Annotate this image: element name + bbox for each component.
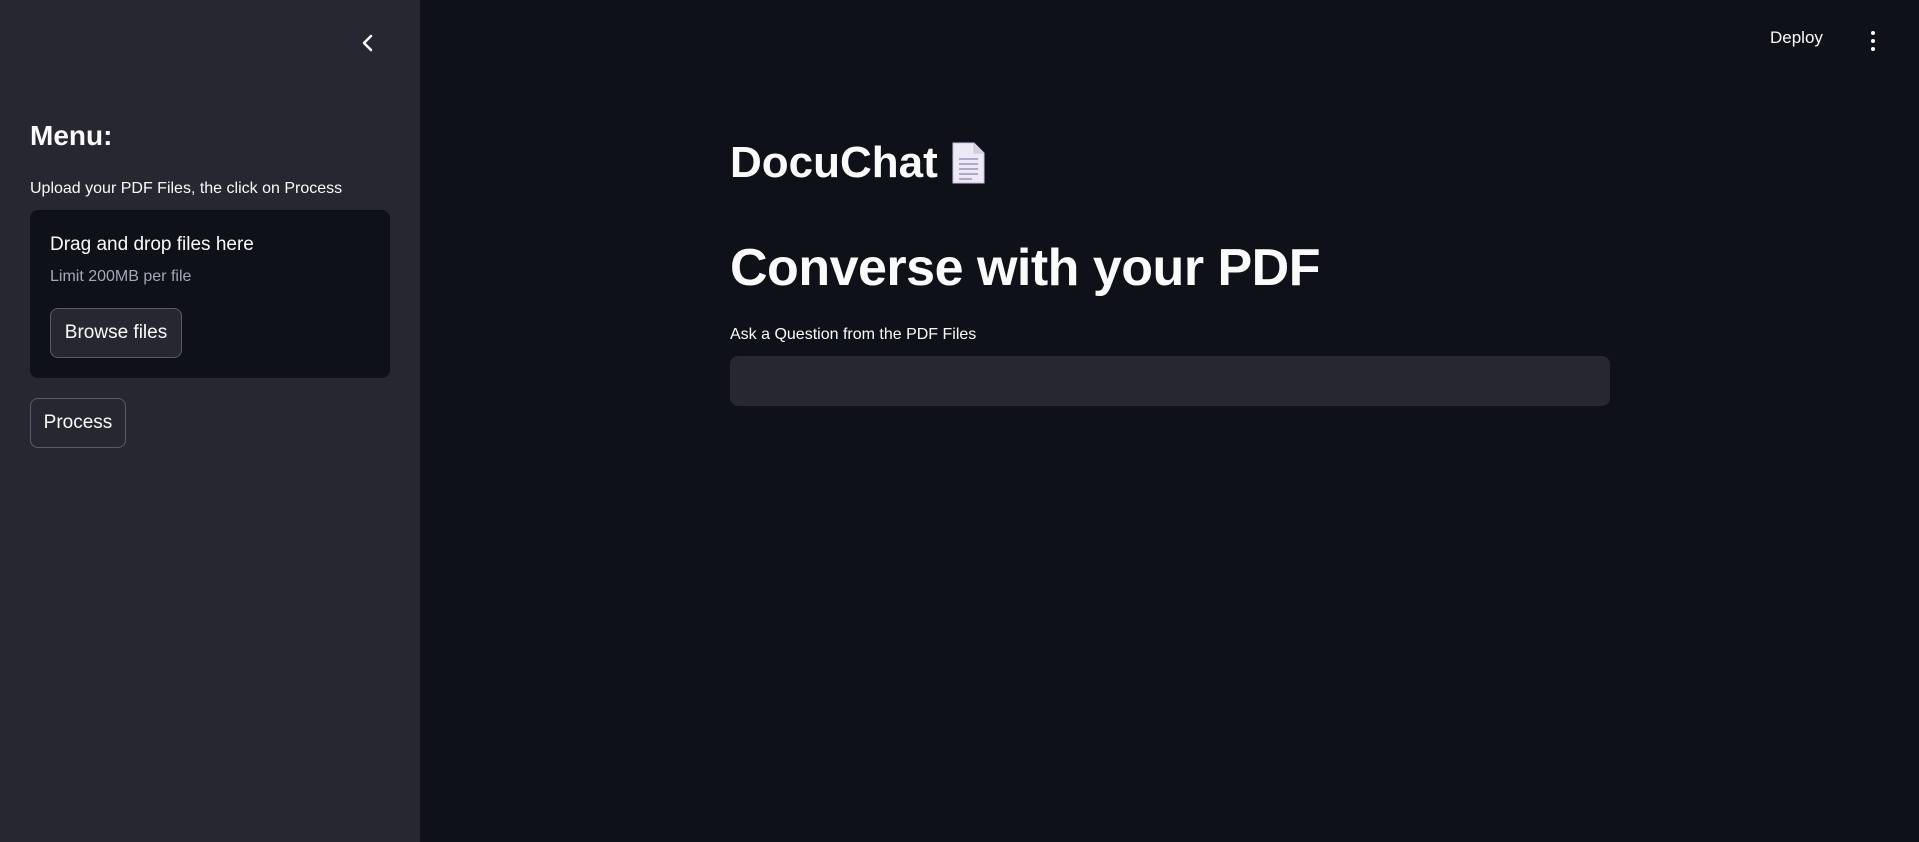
app-root: Menu: Upload your PDF Files, the click o…	[0, 0, 1919, 842]
app-title-text: DocuChat	[730, 138, 938, 187]
sidebar: Menu: Upload your PDF Files, the click o…	[0, 0, 420, 842]
question-label: Ask a Question from the PDF Files	[730, 326, 977, 343]
question-input[interactable]	[730, 356, 1610, 406]
dropzone-title: Drag and drop files here	[50, 234, 254, 255]
browse-files-button[interactable]: Browse files	[50, 308, 182, 358]
app-title: DocuChat	[730, 138, 986, 188]
file-dropzone[interactable]: Drag and drop files here Limit 200MB per…	[30, 210, 390, 378]
main-menu-button[interactable]	[1862, 28, 1884, 54]
sidebar-heading: Menu:	[30, 120, 113, 151]
dropzone-limit: Limit 200MB per file	[50, 268, 192, 285]
page-heading: Converse with your PDF	[730, 239, 1321, 297]
kebab-menu-icon-dot	[1871, 47, 1875, 51]
upload-label: Upload your PDF Files, the click on Proc…	[30, 180, 343, 197]
process-button[interactable]: Process	[30, 398, 126, 448]
deploy-button[interactable]: Deploy	[1770, 28, 1823, 48]
chevron-left-icon	[362, 34, 373, 52]
collapse-sidebar-button[interactable]	[353, 28, 383, 58]
kebab-menu-icon-dot	[1871, 39, 1875, 43]
document-icon	[952, 142, 985, 184]
kebab-menu-icon	[1871, 31, 1875, 35]
